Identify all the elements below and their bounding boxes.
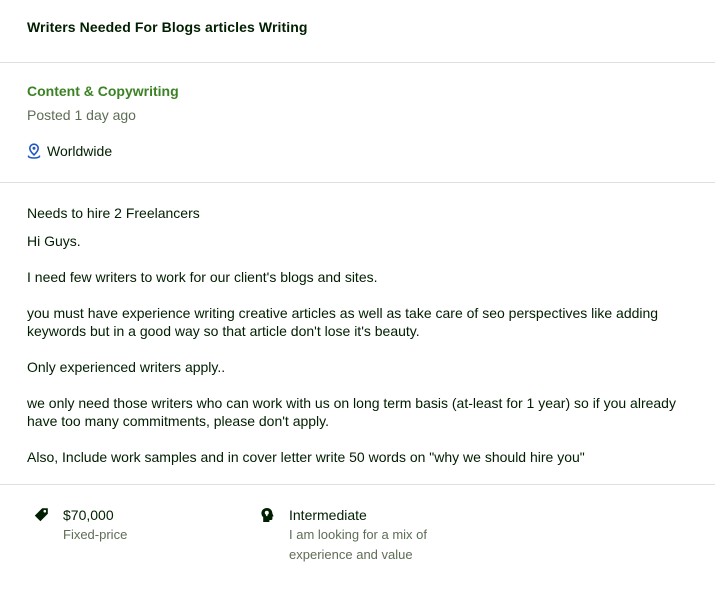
job-details-page: Writers Needed For Blogs articles Writin…: [0, 0, 715, 600]
job-description: Needs to hire 2 Freelancers Hi Guys. I n…: [0, 183, 715, 485]
description-paragraph: I need few writers to work for our clien…: [27, 269, 378, 285]
budget-detail: $70,000 Fixed-price: [27, 506, 253, 599]
job-location: Worldwide: [27, 143, 688, 159]
budget-type: Fixed-price: [63, 527, 128, 542]
hire-count: Needs to hire 2 Freelancers: [27, 205, 200, 221]
job-title: Writers Needed For Blogs articles Writin…: [27, 19, 308, 35]
job-category-link[interactable]: Content & Copywriting: [27, 83, 688, 99]
description-paragraph: you must have experience writing creativ…: [27, 305, 659, 339]
description-paragraph: Hi Guys.: [27, 233, 81, 249]
job-header: Writers Needed For Blogs articles Writin…: [0, 0, 715, 63]
price-tag-icon: [33, 507, 49, 523]
budget-amount: $70,000: [63, 507, 114, 523]
description-paragraph: we only need those writers who can work …: [27, 395, 676, 429]
job-meta: Content & Copywriting Posted 1 day ago W…: [0, 63, 715, 183]
experience-detail: Intermediate I am looking for a mix of e…: [253, 506, 459, 599]
location-text: Worldwide: [47, 143, 113, 159]
experience-description: I am looking for a mix of experience and…: [289, 527, 427, 562]
location-pin-icon: [27, 143, 41, 159]
head-bulb-icon: [259, 507, 275, 523]
experience-level: Intermediate: [289, 507, 367, 523]
job-details: $70,000 Fixed-price Intermediate I am lo…: [0, 485, 715, 599]
description-paragraph: Only experienced writers apply..: [27, 359, 226, 375]
posted-time: Posted 1 day ago: [27, 107, 136, 123]
description-paragraph: Also, Include work samples and in cover …: [27, 449, 585, 465]
